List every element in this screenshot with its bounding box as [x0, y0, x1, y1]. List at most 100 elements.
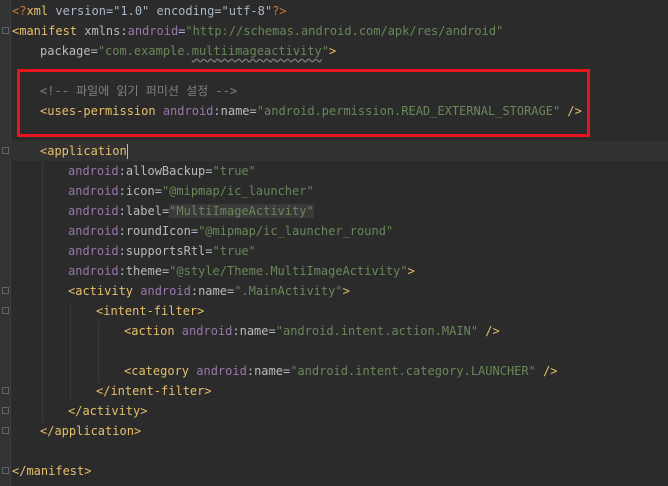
- code-line-3[interactable]: package="com.example.multiimageactivity"…: [40, 41, 336, 61]
- equals-sign: =: [154, 184, 162, 198]
- attr-value: ": [321, 44, 330, 58]
- attr-name: name: [254, 364, 283, 378]
- namespace-prefix: android: [133, 284, 191, 298]
- attr-value: ".MainActivity": [234, 284, 343, 298]
- xml-decl-attrs: version="1.0" encoding="utf-8": [48, 4, 273, 18]
- code-line-2[interactable]: <manifest xmlns:android="http://schemas.…: [12, 21, 503, 41]
- attr-name: supportsRtl: [125, 244, 206, 258]
- attr-value: "@mipmap/ic_launcher": [161, 184, 314, 198]
- text-caret: [126, 144, 128, 159]
- code-line-1[interactable]: <?xml version="1.0" encoding="utf-8"?>: [12, 1, 287, 21]
- manifest-close-tag: </manifest>: [12, 464, 92, 478]
- fold-marker-icon[interactable]: [2, 427, 9, 434]
- fold-marker-icon[interactable]: [2, 307, 9, 314]
- attr-name: name: [198, 284, 227, 298]
- fold-marker-icon[interactable]: [2, 407, 9, 414]
- code-line-activity[interactable]: <activity android:name=".MainActivity">: [68, 281, 350, 301]
- attr-value: "android.intent.category.LAUNCHER": [290, 364, 536, 378]
- attr-value: "true": [212, 164, 256, 178]
- fold-marker-icon[interactable]: [2, 147, 9, 154]
- xmlns-attr: xmlns:: [77, 24, 128, 38]
- colon: :: [190, 284, 199, 298]
- attr-value: "com.example.: [97, 44, 192, 58]
- intent-filter-open-tag: <intent-filter>: [96, 304, 205, 318]
- code-line-theme[interactable]: android:theme="@style/Theme.MultiImageAc…: [68, 261, 415, 281]
- tag-close: />: [478, 324, 500, 338]
- namespace-prefix: android: [68, 184, 119, 198]
- namespace-prefix: android: [68, 224, 119, 238]
- indent-guide: [70, 302, 71, 402]
- code-editor[interactable]: <?xml version="1.0" encoding="utf-8"?> <…: [0, 0, 668, 486]
- equals-sign: =: [90, 44, 98, 58]
- code-line-manifest-close[interactable]: </manifest>: [12, 461, 91, 481]
- namespace-prefix: android: [127, 24, 179, 38]
- indent-guide: [98, 322, 99, 382]
- colon: :: [118, 184, 126, 198]
- fold-marker-icon[interactable]: [2, 27, 9, 34]
- attr-name: roundIcon: [125, 224, 191, 238]
- code-line-action[interactable]: <action android:name="android.intent.act…: [124, 321, 500, 341]
- editor-gutter[interactable]: [0, 0, 11, 486]
- attr-value: "http://schemas.android.com/apk/res/andr…: [185, 24, 504, 38]
- code-line-label[interactable]: android:label="MultiImageActivity": [68, 201, 314, 221]
- equals-sign: =: [205, 164, 213, 178]
- attr-name: icon: [125, 184, 155, 198]
- equals-sign: =: [190, 224, 199, 238]
- code-line-allowbackup[interactable]: android:allowBackup="true": [68, 161, 256, 181]
- tag-close: />: [535, 364, 558, 378]
- activity-open-tag: <activity: [68, 284, 134, 298]
- fold-marker-icon[interactable]: [2, 387, 9, 394]
- attr-value: "true": [212, 244, 256, 258]
- colon: :: [118, 224, 126, 238]
- attr-name: allowBackup: [125, 164, 206, 178]
- intent-filter-close-tag: </intent-filter>: [96, 384, 212, 398]
- code-line-application-close[interactable]: </application>: [40, 421, 141, 441]
- equals-sign: =: [205, 244, 213, 258]
- application-close-tag: </application>: [40, 424, 142, 438]
- code-line-activity-close[interactable]: </activity>: [68, 401, 147, 421]
- tag-close: >: [407, 264, 415, 278]
- namespace-prefix: android: [174, 324, 233, 338]
- code-line-icon[interactable]: android:icon="@mipmap/ic_launcher": [68, 181, 314, 201]
- fold-marker-icon[interactable]: [2, 287, 9, 294]
- namespace-prefix: android: [68, 244, 119, 258]
- namespace-prefix: android: [189, 364, 247, 378]
- package-attr: package: [40, 44, 91, 58]
- indent-guide: [42, 162, 43, 422]
- code-line-roundicon[interactable]: android:roundIcon="@mipmap/ic_launcher_r…: [68, 221, 393, 241]
- namespace-prefix: android: [68, 204, 119, 218]
- tag-close: >: [342, 284, 350, 298]
- attr-value-typo: multiimageactivity: [191, 44, 322, 58]
- namespace-prefix: android: [68, 164, 119, 178]
- action-tag: <action: [124, 324, 175, 338]
- code-line-intent-filter-close[interactable]: </intent-filter>: [96, 381, 212, 401]
- activity-close-tag: </activity>: [68, 404, 148, 418]
- fold-marker-icon[interactable]: [2, 467, 9, 474]
- equals-sign: =: [268, 324, 276, 338]
- highlight-box: [17, 69, 590, 137]
- code-line-intent-filter[interactable]: <intent-filter>: [96, 301, 204, 321]
- colon: :: [118, 164, 126, 178]
- code-line-category[interactable]: <category android:name="android.intent.c…: [124, 361, 558, 381]
- xml-decl: xml: [26, 4, 49, 18]
- colon: :: [118, 204, 126, 218]
- pi-open: <?: [12, 4, 27, 18]
- attr-value: "MultiImageActivity": [169, 204, 314, 218]
- colon: :: [246, 364, 255, 378]
- colon: :: [118, 264, 126, 278]
- code-line-application[interactable]: <application: [40, 141, 128, 161]
- pi-close: ?>: [272, 4, 287, 18]
- application-open-tag: <application: [40, 144, 127, 158]
- manifest-open-tag: <manifest: [12, 24, 78, 38]
- attr-name: theme: [125, 264, 162, 278]
- attr-name: label: [125, 204, 162, 218]
- attr-value: "@style/Theme.MultiImageActivity": [169, 264, 408, 278]
- category-tag: <category: [124, 364, 190, 378]
- attr-name: name: [239, 324, 269, 338]
- attr-value: "android.intent.action.MAIN": [275, 324, 479, 338]
- attr-value: "@mipmap/ic_launcher_round": [198, 224, 394, 238]
- colon: :: [232, 324, 240, 338]
- code-line-supportsrtl[interactable]: android:supportsRtl="true": [68, 241, 256, 261]
- tag-close: >: [329, 44, 337, 58]
- namespace-prefix: android: [68, 264, 119, 278]
